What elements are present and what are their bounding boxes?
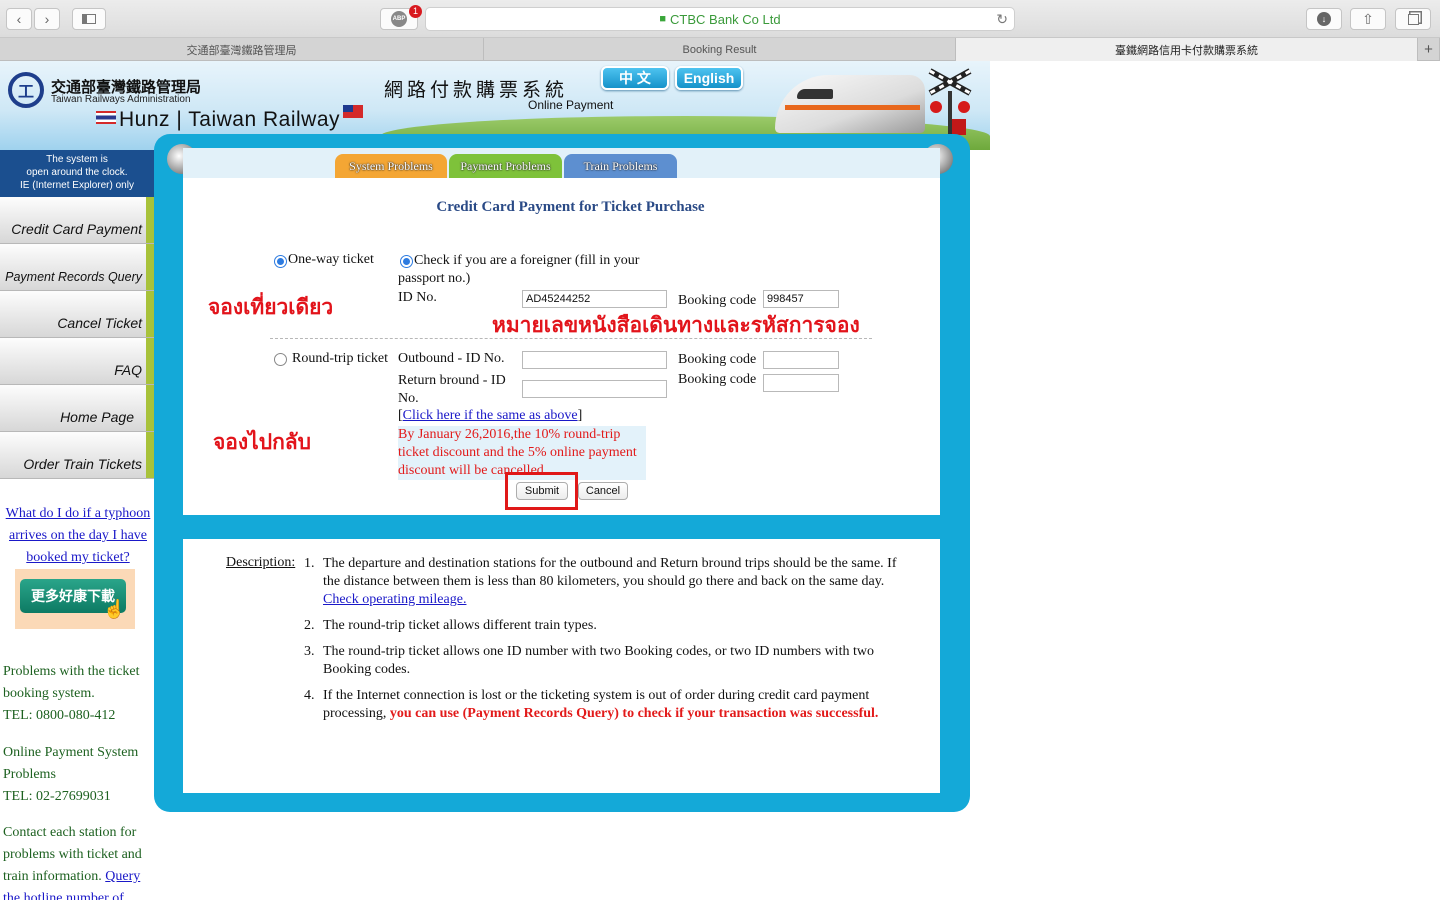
same-as-above-row: [Click here if the same as above] [398,408,583,423]
downloads-button[interactable]: ↓ [1306,8,1342,30]
id-label: ID No. [398,290,437,305]
site-name: CTBC Bank Co Ltd [670,11,781,27]
ticket-problems-label: Problems with the ticket booking system. [3,664,140,701]
browser-tab-payment[interactable]: 臺鐵網路信用卡付款購票系統 [956,38,1418,61]
sidebar: The system is open around the clock. IE … [0,150,154,900]
reload-icon[interactable]: ↻ [996,11,1008,28]
back-button[interactable]: ‹ [6,8,32,30]
typhoon-link[interactable]: What do I do if a typhoon arrives on the… [3,503,153,569]
submit-highlight-box [505,472,578,510]
description-item: The round-trip ticket allows one ID numb… [323,644,874,677]
ticket-hotline: TEL: 0800-080-412 [3,708,116,723]
notice-line: The system is [46,154,108,165]
outbound-label: Outbound - ID No. [398,351,505,366]
sidebar-item-order-tickets[interactable]: Order Train Tickets [0,432,154,479]
tab-payment-problems[interactable]: Payment Problems [449,154,562,178]
system-title-en: Online Payment [528,98,614,112]
sidebar-item-credit-card-payment[interactable]: Credit Card Payment [0,197,154,244]
forward-button[interactable]: › [34,8,60,30]
browser-tab-booking-result[interactable]: Booking Result [484,38,956,61]
description-num: 3. [304,644,315,659]
id-number-input[interactable]: AD45244252 [522,290,667,308]
system-notice: The system is open around the clock. IE … [0,150,154,197]
overlay-title: Hunz | Taiwan Railway [119,108,340,131]
roundtrip-annotation: จองไปกลับ [213,430,311,454]
lang-en-button[interactable]: English [675,66,743,90]
lang-cn-button[interactable]: 中 文 [601,66,669,90]
sidebar-toggle-button[interactable] [72,8,106,30]
download-icon: ↓ [1317,12,1331,26]
payment-problems-text: Online Payment System Problems TEL: 02-2… [3,742,153,808]
return-booking-input[interactable] [763,374,839,392]
org-name-en: Taiwan Railways Administration [51,94,191,105]
tabs-overview-button[interactable] [1395,8,1431,30]
description-text: The departure and destination stations f… [323,556,897,589]
train-image [775,75,925,133]
hand-cursor-icon: ☝ [103,599,126,619]
share-icon: ⇧ [1362,10,1374,27]
browser-toolbar: ‹ › ABP 1 ■ CTBC Bank Co Ltd ↻ ↓ ⇧ [0,0,1440,38]
ticket-problems-text: Problems with the ticket booking system.… [3,661,153,727]
return-id-input[interactable] [522,380,667,398]
same-as-above-link[interactable]: Click here if the same as above [403,408,578,423]
adblock-badge: 1 [409,5,422,18]
description-num: 2. [304,618,315,633]
browser-tab-tra[interactable]: 交通部臺灣鐵路管理局 [0,38,484,61]
oneway-annotation: จองเที่ยวเดียว [208,295,334,319]
foreigner-label: Check if you are a foreigner (fill in yo… [398,253,640,286]
notice-line: open around the clock. [26,167,128,178]
tabs-icon [1407,13,1419,25]
adblock-icon: ABP [391,11,407,27]
lock-icon: ■ [659,13,667,25]
form-title: Credit Card Payment for Ticket Purchase [436,199,705,215]
operating-mileage-link[interactable]: Check operating mileage. [323,592,466,607]
booking-code-label: Booking code [678,293,757,308]
overlay-title-row: Hunz | Taiwan Railway [96,105,363,132]
description-num: 1. [304,556,315,571]
page: 工 交通部臺灣鐵路管理局 Taiwan Railways Administrat… [0,61,1440,900]
booking-code-input[interactable]: 998457 [763,290,839,308]
adblock-button[interactable]: ABP 1 [380,5,422,30]
outbound-booking-input[interactable] [763,351,839,369]
roundtrip-radio[interactable] [274,353,287,366]
sidebar-item-home-page[interactable]: Home Page [0,385,154,432]
return-label: Return bround - ID No. [398,373,506,406]
payment-problems-label: Online Payment System Problems [3,745,139,782]
chevron-right-icon: › [44,11,50,27]
description-item: The round-trip ticket allows different t… [323,618,597,633]
description-label: Description: [226,555,296,570]
chevron-left-icon: ‹ [16,11,22,27]
outbound-booking-label: Booking code [678,352,757,367]
sidebar-item-payment-records[interactable]: Payment Records Query [0,244,154,291]
description-item: The departure and destination stations f… [323,555,913,609]
tab-system-problems[interactable]: System Problems [335,154,447,178]
cancel-button[interactable]: Cancel [578,482,628,500]
notice-line: IE (Internet Explorer) only [20,180,134,191]
taiwan-flag-icon [343,105,363,118]
sidebar-icon [82,14,96,24]
sidebar-item-cancel-ticket[interactable]: Cancel Ticket [0,291,154,338]
oneway-label: One-way ticket [288,252,374,267]
railway-crossing-icon [928,68,972,141]
return-booking-label: Booking code [678,372,757,387]
tab-strip: 交通部臺灣鐵路管理局 Booking Result 臺鐵網路信用卡付款購票系統 … [0,38,1440,61]
share-button[interactable]: ⇧ [1350,8,1386,30]
description-item: If the Internet connection is lost or th… [323,687,913,723]
passport-annotation: หมายเลขหนังสือเดินทางและรหัสการจอง [492,313,860,337]
tra-logo-icon: 工 [8,72,44,108]
description-num: 4. [304,688,315,703]
payment-hotline: TEL: 02-27699031 [3,789,111,804]
sidebar-item-faq[interactable]: FAQ [0,338,154,385]
tab-train-problems[interactable]: Train Problems [564,154,677,178]
thai-flag-icon [96,111,116,124]
outbound-id-input[interactable] [522,351,667,369]
download-banner[interactable]: 更多好康下載 ☝ [15,569,135,629]
address-bar[interactable]: ■ CTBC Bank Co Ltd ↻ [425,7,1015,31]
payment-query-emphasis: you can use (Payment Records Query) to c… [389,706,879,721]
roundtrip-label: Round-trip ticket [292,351,389,366]
new-tab-button[interactable]: + [1418,38,1440,61]
contact-text: Contact each station for problems with t… [3,822,153,900]
oneway-radio[interactable] [274,255,287,268]
